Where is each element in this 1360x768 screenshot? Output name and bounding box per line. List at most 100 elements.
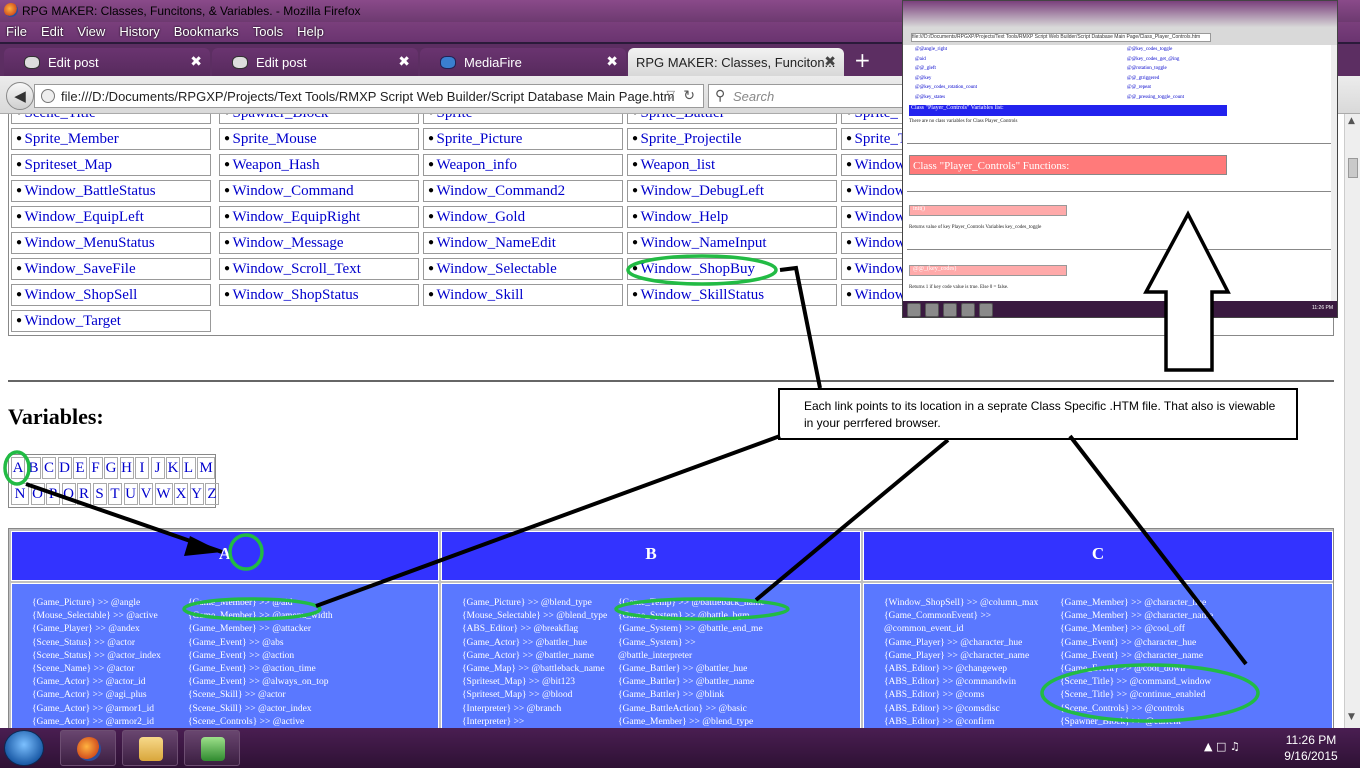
taskbar-notepad[interactable]: [184, 730, 240, 766]
variable-link[interactable]: {Game_Member} >> @character_hue: [1060, 598, 1206, 608]
reload-icon[interactable]: ↻: [683, 87, 695, 104]
variable-link[interactable]: {ABS_Editor} >> @commandwin: [884, 677, 1016, 687]
vertical-scrollbar[interactable]: ▲ ▼: [1344, 114, 1360, 728]
variable-link[interactable]: {Game_Picture} >> @angle: [32, 598, 140, 608]
class-link[interactable]: Scene_Title: [11, 114, 211, 124]
variable-link[interactable]: {Game_Event} >> @action_time: [188, 664, 316, 674]
class-link[interactable]: Window_Message: [219, 232, 419, 254]
variable-link[interactable]: {Spriteset_Map} >> @bit123: [462, 677, 575, 687]
class-link[interactable]: Window_Command: [219, 180, 419, 202]
variable-link[interactable]: {Game_Actor} >> @actor_id: [32, 677, 146, 687]
variable-link[interactable]: {Spriteset_Map} >> @blood: [462, 690, 572, 700]
variable-link[interactable]: {Game_Event} >> @cool_down: [1060, 664, 1185, 674]
close-icon[interactable]: ✖: [190, 53, 202, 70]
class-link[interactable]: Weapon_info: [423, 154, 623, 176]
letter-link[interactable]: X: [174, 483, 188, 505]
variable-link[interactable]: {Game_Member} >> @character_name: [1060, 611, 1213, 621]
tab-edit-post-2[interactable]: Edit post ✖: [212, 48, 418, 76]
variable-link[interactable]: {Game_Actor} >> @agi_plus: [32, 690, 147, 700]
letter-link[interactable]: T: [108, 483, 122, 505]
variable-link[interactable]: {ABS_Editor} >> @confirm: [884, 717, 994, 727]
scroll-down-icon[interactable]: ▼: [1348, 712, 1355, 722]
class-link[interactable]: Sprite: [423, 114, 623, 124]
letter-link[interactable]: A: [11, 457, 25, 479]
variable-link[interactable]: {Game_System} >> @battle_end_me: [618, 624, 763, 634]
menu-view[interactable]: View: [77, 24, 105, 42]
taskbar-clock[interactable]: 11:26 PM 9/16/2015: [1276, 732, 1346, 764]
tab-edit-post-1[interactable]: Edit post ✖: [4, 48, 210, 76]
class-link[interactable]: Window_Gold: [423, 206, 623, 228]
taskbar-firefox[interactable]: [60, 730, 116, 766]
variable-link[interactable]: {Game_Actor} >> @battler_name: [462, 651, 594, 661]
variable-link[interactable]: {Game_Member} >> @attacker: [188, 624, 311, 634]
variable-link[interactable]: {Spawner_Block} >> @current: [1060, 717, 1181, 727]
class-link[interactable]: Window_ShopBuy: [627, 258, 837, 280]
class-link[interactable]: Spawner_Block: [219, 114, 419, 124]
letter-link[interactable]: O: [30, 483, 45, 505]
variable-link[interactable]: {Scene_Status} >> @actor: [32, 638, 135, 648]
letter-link[interactable]: Z: [205, 483, 219, 505]
variable-link[interactable]: {Game_CommonEvent} >>: [884, 611, 991, 621]
class-link[interactable]: Window_Command2: [423, 180, 623, 202]
close-icon[interactable]: ✖: [606, 53, 618, 70]
close-icon[interactable]: ✖: [398, 53, 410, 70]
letter-link[interactable]: Y: [189, 483, 204, 505]
variable-link[interactable]: {Window_ShopSell} >> @column_max: [884, 598, 1038, 608]
class-link[interactable]: Window_BattleStatus: [11, 180, 211, 202]
variable-link[interactable]: {ABS_Editor} >> @changewep: [884, 664, 1007, 674]
variable-link[interactable]: {Game_BattleAction} >> @basic: [618, 704, 747, 714]
class-link[interactable]: Window_Selectable: [423, 258, 623, 280]
variable-link[interactable]: {Game_Event} >> @always_on_top: [188, 677, 328, 687]
variable-link[interactable]: {Game_Member} >> @cool_off: [1060, 624, 1185, 634]
variable-link[interactable]: {Game_Actor} >> @armor2_id: [32, 717, 154, 727]
search-input[interactable]: ⚲ Search: [708, 84, 908, 108]
variable-link[interactable]: {Game_Member} >> @amenu_width: [188, 611, 333, 621]
letter-link[interactable]: R: [77, 483, 91, 505]
start-button[interactable]: [4, 730, 44, 766]
letter-link[interactable]: I: [135, 457, 149, 479]
menu-bookmarks[interactable]: Bookmarks: [174, 24, 239, 42]
letter-link[interactable]: Q: [61, 483, 76, 505]
scroll-thumb[interactable]: [1348, 158, 1358, 178]
letter-link[interactable]: K: [166, 457, 180, 479]
url-bar[interactable]: file:///D:/Documents/RPGXP/Projects/Text…: [34, 84, 704, 108]
variable-link[interactable]: {Game_Map} >> @battleback_name: [462, 664, 605, 674]
variable-link[interactable]: {Scene_Controls} >> @controls: [1060, 704, 1184, 714]
variable-link[interactable]: {Game_Event} >> @character_name: [1060, 651, 1203, 661]
variable-link[interactable]: {Game_Battler} >> @blink: [618, 690, 724, 700]
back-button[interactable]: ◀: [6, 82, 34, 110]
letter-link[interactable]: N: [11, 483, 29, 505]
variable-link[interactable]: {Mouse_Selectable} >> @active: [32, 611, 158, 621]
variable-link[interactable]: {Scene_Skill} >> @actor_index: [188, 704, 312, 714]
class-link[interactable]: Window_MenuStatus: [11, 232, 211, 254]
class-link[interactable]: Sprite_Member: [11, 128, 211, 150]
variable-link[interactable]: {Game_Player} >> @character_name: [884, 651, 1029, 661]
variable-link[interactable]: {Game_Temp} >> @battleback_name: [618, 598, 765, 608]
variable-link[interactable]: {Game_Picture} >> @blend_type: [462, 598, 592, 608]
class-link[interactable]: Window_NameInput: [627, 232, 837, 254]
menu-help[interactable]: Help: [297, 24, 324, 42]
class-link[interactable]: Window_NameEdit: [423, 232, 623, 254]
letter-link[interactable]: M: [197, 457, 215, 479]
letter-link[interactable]: S: [92, 483, 107, 505]
letter-link[interactable]: C: [42, 457, 56, 479]
dropdown-icon[interactable]: ▽: [667, 88, 675, 101]
variable-link[interactable]: {Game_Event} >> @action: [188, 651, 294, 661]
class-link[interactable]: Spriteset_Map: [11, 154, 211, 176]
taskbar-explorer[interactable]: [122, 730, 178, 766]
variable-link[interactable]: {Scene_Name} >> @actor: [32, 664, 134, 674]
variable-link[interactable]: @common_event_id: [884, 624, 963, 634]
class-link[interactable]: Window_Scroll_Text: [219, 258, 419, 280]
letter-link[interactable]: U: [123, 483, 138, 505]
letter-link[interactable]: J: [150, 457, 165, 479]
variable-link[interactable]: {Game_Member} >> @blend_type: [618, 717, 753, 727]
letter-link[interactable]: D: [57, 457, 72, 479]
menu-edit[interactable]: Edit: [41, 24, 63, 42]
class-link[interactable]: Sprite_Battler: [627, 114, 837, 124]
class-link[interactable]: Sprite_Mouse: [219, 128, 419, 150]
variable-link[interactable]: {Mouse_Selectable} >> @blend_type: [462, 611, 607, 621]
variable-link[interactable]: {ABS_Editor} >> @coms: [884, 690, 984, 700]
variable-link[interactable]: {ABS_Editor} >> @breakflag: [462, 624, 578, 634]
letter-link[interactable]: P: [46, 483, 60, 505]
class-link[interactable]: Window_EquipRight: [219, 206, 419, 228]
